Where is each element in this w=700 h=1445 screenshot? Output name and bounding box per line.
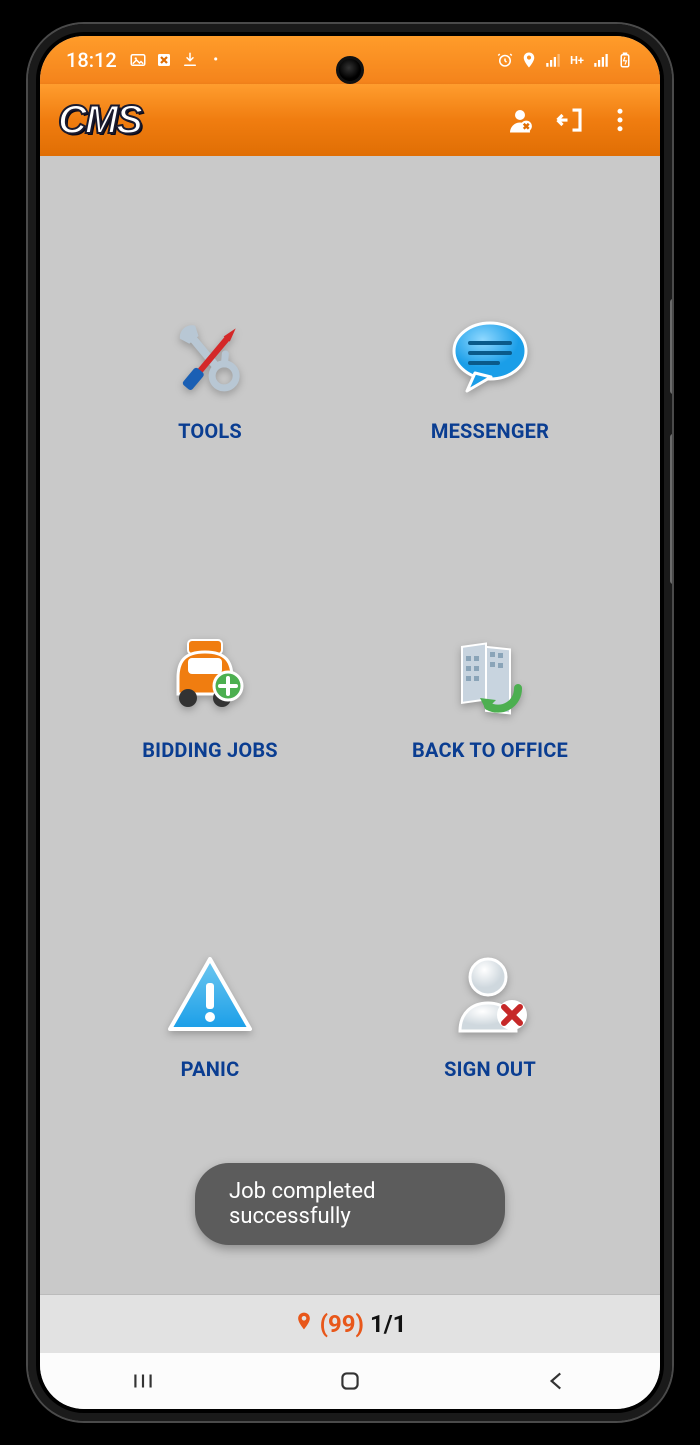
tile-label: MESSENGER [431,419,549,443]
back-button[interactable] [539,1367,575,1395]
user-status-button[interactable] [498,98,542,142]
overflow-menu-button[interactable] [598,98,642,142]
android-nav-bar [40,1353,660,1409]
messenger-tile[interactable]: MESSENGER [390,309,590,443]
screen: 18:12 • [40,36,660,1409]
tile-label: TOOLS [178,419,242,443]
exit-icon [555,105,585,135]
main-menu: TOOLS MESSENGER [40,156,660,1294]
app-icon [155,51,173,69]
page-indicator: 1/1 [370,1310,406,1338]
back-to-office-tile[interactable]: BACK TO OFFICE [390,628,590,762]
tools-icon [160,309,260,409]
app-header: CMS [40,84,660,156]
exit-button[interactable] [548,98,592,142]
tile-label: PANIC [181,1057,240,1081]
phone-side-button-1 [670,299,672,394]
signal2-icon [592,51,610,69]
battery-icon [616,51,634,69]
tools-tile[interactable]: TOOLS [110,309,310,443]
tile-label: BIDDING JOBS [142,738,278,762]
location-pin-icon [294,1309,314,1339]
recents-button[interactable] [125,1367,161,1395]
alarm-icon [496,51,514,69]
phone-side-button-2 [670,434,672,584]
bidding-jobs-tile[interactable]: BIDDING JOBS [110,628,310,762]
chat-icon [440,309,540,409]
home-button[interactable] [332,1367,368,1395]
status-time: 18:12 [66,48,117,72]
tile-label: SIGN OUT [444,1057,536,1081]
car-plus-icon [160,628,260,728]
more-vert-icon [605,105,635,135]
app-logo: CMS [58,98,141,143]
phone-frame: 18:12 • [28,24,672,1421]
download-icon [181,51,199,69]
bottom-status-strip[interactable]: (99) 1/1 [40,1294,660,1353]
tile-label: BACK TO OFFICE [412,738,568,762]
location-icon [520,51,538,69]
job-count: (99) [320,1310,364,1338]
toast-message: Job completed successfully [229,1179,376,1229]
signal1-icon [544,51,562,69]
user-signout-icon [440,947,540,1047]
toast: Job completed successfully [195,1163,505,1245]
warning-icon [160,947,260,1047]
sign-out-tile[interactable]: SIGN OUT [390,947,590,1081]
dot-icon: • [207,51,225,69]
user-x-icon [505,105,535,135]
front-camera [336,56,364,84]
data-icon: H+ [568,51,586,69]
image-icon [129,51,147,69]
panic-tile[interactable]: PANIC [110,947,310,1081]
building-return-icon [440,628,540,728]
